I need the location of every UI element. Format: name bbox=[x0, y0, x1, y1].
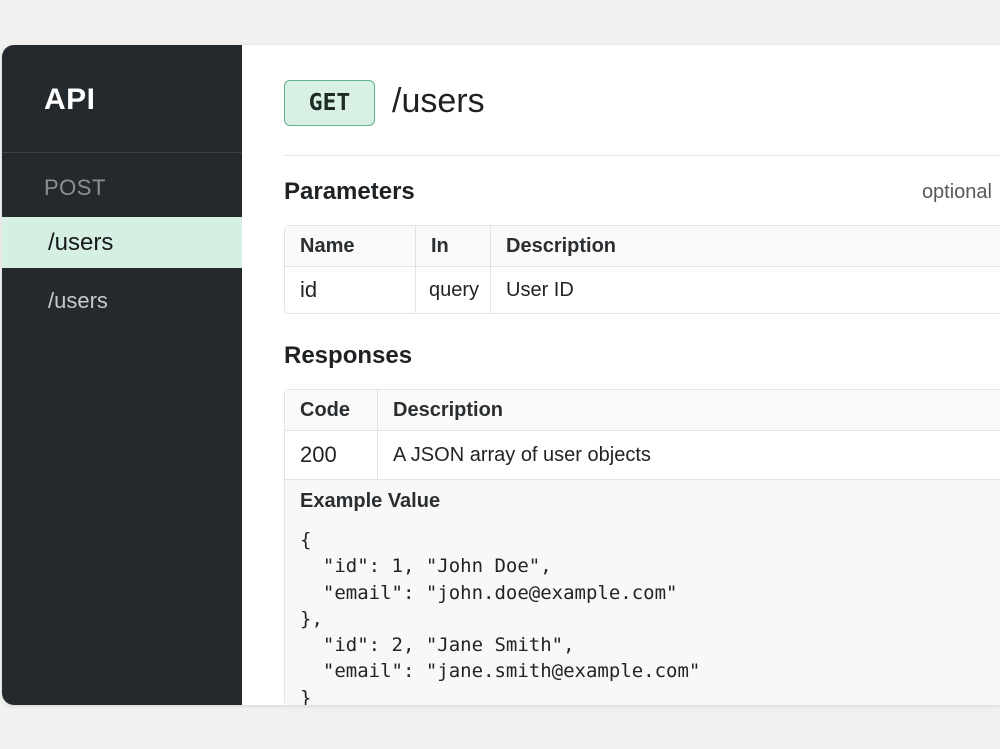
code-line: "id": 1, "John Doe", bbox=[300, 555, 552, 578]
endpoint-path: /users bbox=[392, 82, 485, 120]
brand-title: API bbox=[44, 83, 96, 116]
code-line: { bbox=[300, 529, 312, 551]
column-header-description: Description bbox=[506, 234, 617, 257]
main-content: GET /users Parameters optional Name In D… bbox=[242, 45, 1000, 705]
param-description: User ID bbox=[506, 278, 574, 301]
sidebar-section-post: POST bbox=[44, 175, 106, 200]
param-name: id bbox=[285, 267, 416, 313]
table-row[interactable]: 200 A JSON array of user objects bbox=[285, 431, 1000, 480]
column-header-code: Code bbox=[285, 390, 378, 430]
method-badge: GET bbox=[284, 80, 375, 126]
column-header-in: In bbox=[416, 226, 491, 266]
responses-title: Responses bbox=[284, 342, 413, 369]
example-value-title: Example Value bbox=[300, 490, 441, 512]
responses-table: Code Description 200 A JSON array of use… bbox=[284, 389, 1000, 705]
example-value-block: Example Value { "id": 1, "John Doe", "em… bbox=[285, 480, 1000, 705]
header-divider bbox=[284, 155, 1000, 156]
response-code: 200 bbox=[285, 431, 378, 479]
code-line: "email": "john.doe@example.com" bbox=[300, 581, 678, 604]
response-description: A JSON array of user objects bbox=[393, 443, 651, 466]
code-line: "email": "jane.smith@example.com" bbox=[300, 660, 701, 683]
column-header-name: Name bbox=[285, 226, 416, 266]
sidebar-item-users-active[interactable]: /users bbox=[2, 217, 242, 268]
sidebar-item-label: /users bbox=[48, 228, 114, 256]
parameters-table: Name In Description id query User ID bbox=[284, 225, 1000, 314]
code-line: "id": 2, "Jane Smith", bbox=[300, 634, 575, 657]
sidebar-item-label: /users bbox=[48, 287, 108, 313]
parameters-title: Parameters bbox=[284, 178, 415, 205]
sidebar: API POST /users /users bbox=[2, 45, 242, 705]
sidebar-divider bbox=[2, 152, 242, 153]
column-header-description: Description bbox=[393, 398, 504, 421]
code-line: }, bbox=[300, 607, 323, 630]
sidebar-item-users[interactable]: /users bbox=[2, 275, 242, 326]
api-docs-window: API POST /users /users GET /users Parame… bbox=[2, 45, 1000, 705]
param-in: query bbox=[416, 267, 491, 313]
code-line: } bbox=[300, 686, 312, 705]
table-header-row: Name In Description bbox=[285, 226, 1000, 267]
table-header-row: Code Description bbox=[285, 390, 1000, 431]
table-row: id query User ID bbox=[285, 267, 1000, 313]
optional-label: optional bbox=[921, 181, 992, 203]
